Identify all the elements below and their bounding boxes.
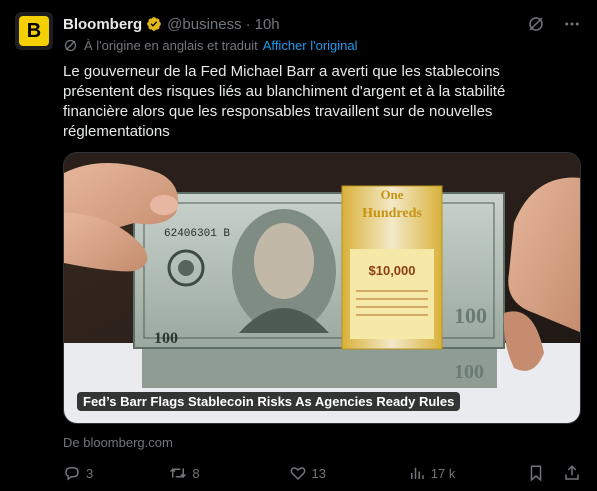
link-source[interactable]: De bloomberg.com: [63, 435, 173, 450]
bill-serial: 62406301 B: [164, 228, 230, 240]
tweet[interactable]: B Bloomberg @business · 10h À l'origine …: [0, 0, 597, 491]
share-icon[interactable]: [563, 464, 581, 482]
tweet-time[interactable]: 10h: [255, 16, 280, 33]
tweet-media[interactable]: 62406301 B 100 100 100 One Hundreds $10,…: [63, 152, 581, 424]
band-text-one: One: [380, 187, 403, 202]
media-caption: Fed’s Barr Flags Stablecoin Risks As Age…: [77, 392, 461, 411]
bookmark-icon[interactable]: [527, 464, 545, 482]
tweet-text: Le gouverneur de la Fed Michael Barr a a…: [63, 63, 506, 140]
views-count: 17 k: [430, 465, 456, 481]
more-icon[interactable]: [562, 14, 582, 34]
translation-note: À l'origine en anglais et traduit Affich…: [63, 38, 358, 53]
repost-count: 8: [192, 465, 200, 481]
separator-dot: ·: [245, 15, 251, 33]
reply-icon: [65, 467, 79, 481]
translation-label: À l'origine en anglais et traduit: [84, 38, 258, 53]
reply-button[interactable]: 3: [63, 464, 169, 482]
verified-badge-icon[interactable]: [146, 16, 162, 32]
repost-button[interactable]: 8: [169, 464, 288, 482]
like-icon: [290, 467, 305, 481]
band-text-hundreds: Hundreds: [362, 206, 422, 221]
tweet-header: Bloomberg @business · 10h: [63, 13, 582, 35]
bill-denomination-left: 100: [154, 330, 178, 347]
avatar[interactable]: B: [15, 12, 53, 50]
grok-icon[interactable]: [526, 14, 546, 34]
avatar-logo: B: [19, 16, 49, 46]
reply-count: 3: [86, 465, 94, 481]
band-amount: $10,000: [369, 263, 416, 278]
repost-icon: [170, 468, 187, 478]
bill-denomination-right: 100: [454, 303, 487, 328]
author-handle[interactable]: @business: [167, 16, 241, 33]
views-icon: [410, 467, 424, 479]
money-photo: 62406301 B 100 100 100 One Hundreds $10,…: [64, 153, 580, 423]
views-button[interactable]: 17 k: [408, 464, 527, 482]
author-name[interactable]: Bloomberg: [63, 16, 142, 33]
like-button[interactable]: 13: [289, 464, 408, 482]
like-count: 13: [311, 465, 327, 481]
translate-icon: [64, 39, 77, 52]
action-bar: 3 8 13 17 k: [63, 462, 581, 484]
show-original-link[interactable]: Afficher l'original: [263, 38, 358, 53]
bill-denomination-lower: 100: [454, 361, 484, 383]
